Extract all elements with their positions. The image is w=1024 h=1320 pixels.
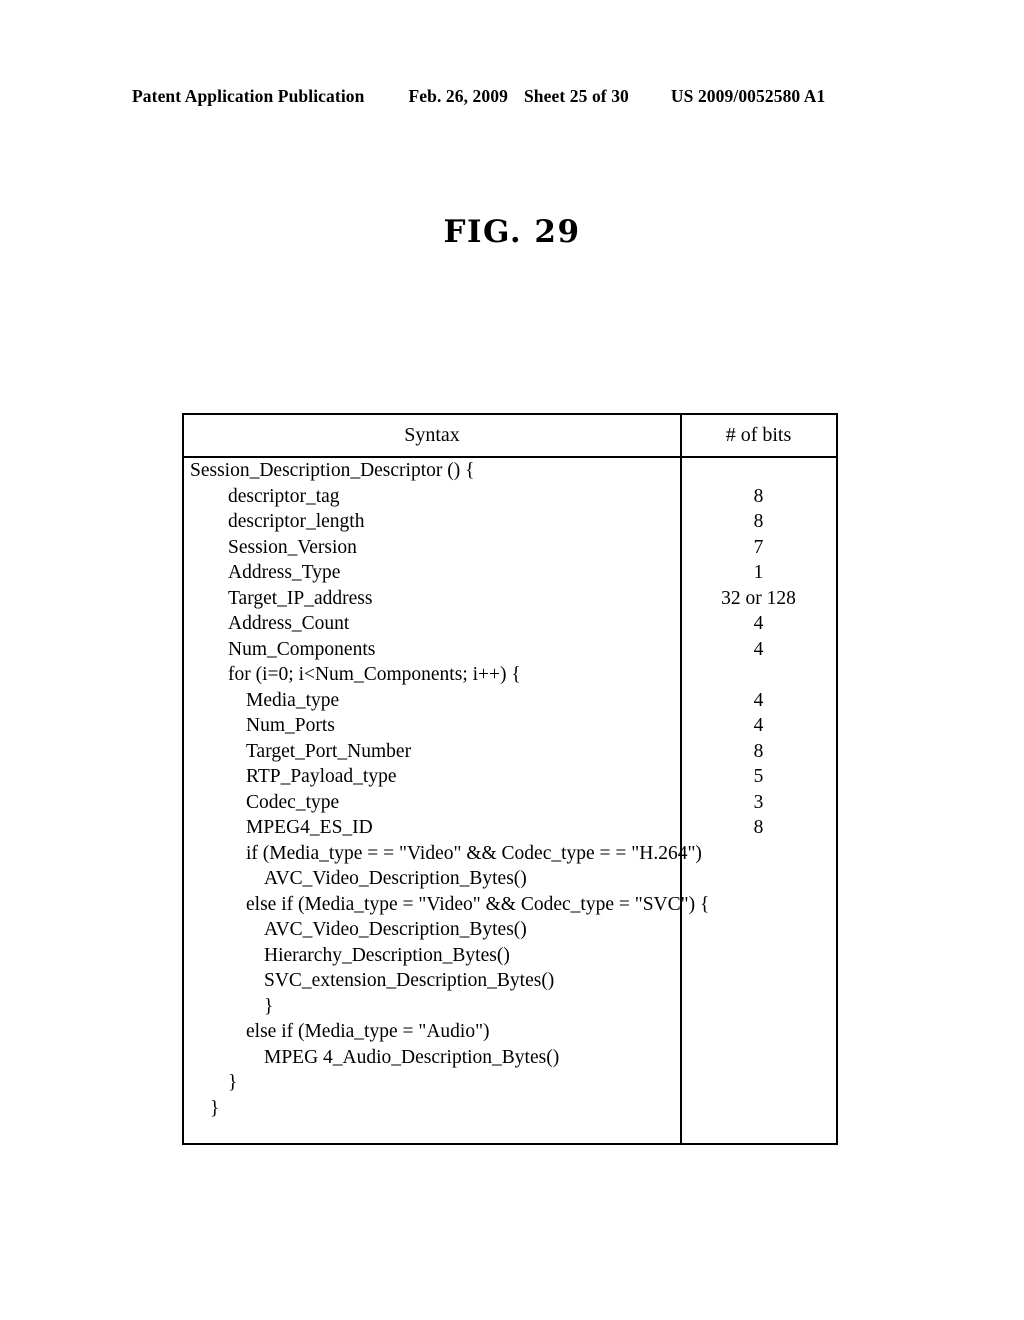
bits-cell: 8 [753, 817, 764, 838]
publication-label: Patent Application Publication [132, 86, 365, 106]
patent-number: US 2009/0052580 A1 [670, 86, 826, 106]
bits-cell: 7 [753, 536, 764, 558]
syntax-cell: } [264, 995, 274, 1017]
syntax-cell: MPEG4_ES_ID [246, 817, 373, 838]
table-row: MPEG 4_Audio_Description_Bytes() [184, 1045, 836, 1071]
bits-cell: 4 [753, 715, 764, 736]
table-row: Codec_type 3 [184, 790, 836, 816]
table-row: } [184, 1070, 836, 1096]
table-row: descriptor_tag 8 [184, 484, 836, 510]
syntax-cell: Codec_type [246, 791, 340, 813]
publication-date: Feb. 26, 2009 [408, 86, 508, 106]
table-row: Num_Components 4 [184, 637, 836, 663]
column-header-bits: # of bits [725, 424, 792, 446]
syntax-cell: else if (Media_type = "Video" && Codec_t… [246, 893, 710, 915]
syntax-cell: else if (Media_type = "Audio") [246, 1021, 490, 1042]
syntax-cell: Media_type [246, 689, 340, 711]
syntax-cell: } [210, 1097, 220, 1119]
bits-cell: 4 [753, 689, 764, 711]
table-row: SVC_extension_Description_Bytes() [184, 968, 836, 994]
syntax-cell: AVC_Video_Description_Bytes() [264, 868, 527, 889]
syntax-cell: } [228, 1072, 238, 1093]
syntax-cell: RTP_Payload_type [246, 766, 397, 787]
bits-cell: 3 [753, 791, 764, 813]
bits-cell: 1 [753, 562, 764, 583]
table-row: RTP_Payload_type 5 [184, 764, 836, 790]
table-row: descriptor_length 8 [184, 509, 836, 535]
bits-cell: 8 [753, 511, 764, 532]
table-row: else if (Media_type = "Video" && Codec_t… [184, 892, 836, 918]
bits-cell: 8 [753, 485, 764, 507]
table-row: Session_Description_Descriptor () { [184, 458, 836, 484]
syntax-cell: Session_Version [228, 536, 357, 558]
sheet-number: Sheet 25 of 30 [523, 86, 629, 106]
column-header-syntax: Syntax [404, 424, 460, 446]
syntax-cell: Target_Port_Number [246, 740, 412, 762]
table-row: Num_Ports 4 [184, 713, 836, 739]
syntax-cell: Session_Description_Descriptor () { [190, 460, 475, 481]
syntax-cell: Address_Count [228, 613, 350, 634]
table-row: else if (Media_type = "Audio") [184, 1019, 836, 1045]
syntax-cell: descriptor_length [228, 511, 365, 532]
syntax-cell: Hierarchy_Description_Bytes() [264, 944, 510, 966]
table-body: Session_Description_Descriptor () { descr… [184, 458, 836, 1142]
table-row: MPEG4_ES_ID 8 [184, 815, 836, 841]
table-row: Address_Count 4 [184, 611, 836, 637]
table-row: AVC_Video_Description_Bytes() [184, 917, 836, 943]
table-row: Target_Port_Number 8 [184, 739, 836, 765]
syntax-cell: Num_Components [228, 638, 376, 660]
syntax-cell: AVC_Video_Description_Bytes() [264, 919, 527, 940]
bits-cell: 32 or 128 [721, 587, 796, 609]
table-row: Hierarchy_Description_Bytes() [184, 943, 836, 969]
table-row: for (i=0; i<Num_Components; i++) { [184, 662, 836, 688]
syntax-cell: MPEG 4_Audio_Description_Bytes() [264, 1046, 560, 1068]
syntax-cell: if (Media_type = = "Video" && Codec_type… [246, 842, 702, 864]
syntax-cell: Num_Ports [246, 715, 335, 736]
table-row: Session_Version 7 [184, 535, 836, 561]
syntax-cell: Address_Type [228, 562, 341, 583]
table-header-row: Syntax # of bits [184, 415, 836, 458]
syntax-cell: SVC_extension_Description_Bytes() [264, 970, 555, 991]
page-running-header: Patent Application Publication Feb. 26, … [132, 86, 892, 112]
bits-cell: 4 [753, 638, 764, 660]
figure-caption: FIG. 29 [443, 214, 581, 250]
bits-cell: 8 [753, 740, 764, 762]
syntax-cell: descriptor_tag [228, 485, 340, 507]
table-row: Target_IP_address 32 or 128 [184, 586, 836, 612]
syntax-table: Syntax # of bits Session_Description_Des… [182, 413, 838, 1145]
table-row: } [184, 1096, 836, 1122]
bits-cell: 5 [753, 766, 764, 787]
table-row: AVC_Video_Description_Bytes() [184, 866, 836, 892]
table-row: } [184, 994, 836, 1020]
bits-cell: 4 [753, 613, 764, 634]
syntax-cell: for (i=0; i<Num_Components; i++) { [228, 664, 521, 685]
table-row: if (Media_type = = "Video" && Codec_type… [184, 841, 836, 867]
syntax-cell: Target_IP_address [228, 587, 373, 609]
table-row: Address_Type 1 [184, 560, 836, 586]
table-row: Media_type 4 [184, 688, 836, 714]
